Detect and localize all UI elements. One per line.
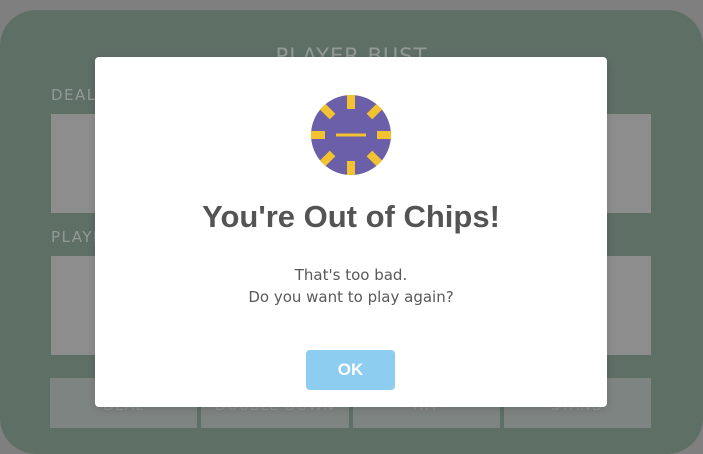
ok-button[interactable]: OK (306, 350, 395, 390)
dialog-title: You're Out of Chips! (202, 199, 500, 234)
dialog-message-line-2: Do you want to play again? (248, 288, 454, 306)
game-screen: PLAYER BUST DEALER PLAYER DEAL DOUBLE DO… (0, 0, 703, 454)
out-of-chips-dialog: You're Out of Chips! That's too bad. Do … (95, 57, 607, 407)
poker-chip-icon (311, 95, 391, 175)
dialog-message-line-1: That's too bad. (294, 266, 408, 284)
